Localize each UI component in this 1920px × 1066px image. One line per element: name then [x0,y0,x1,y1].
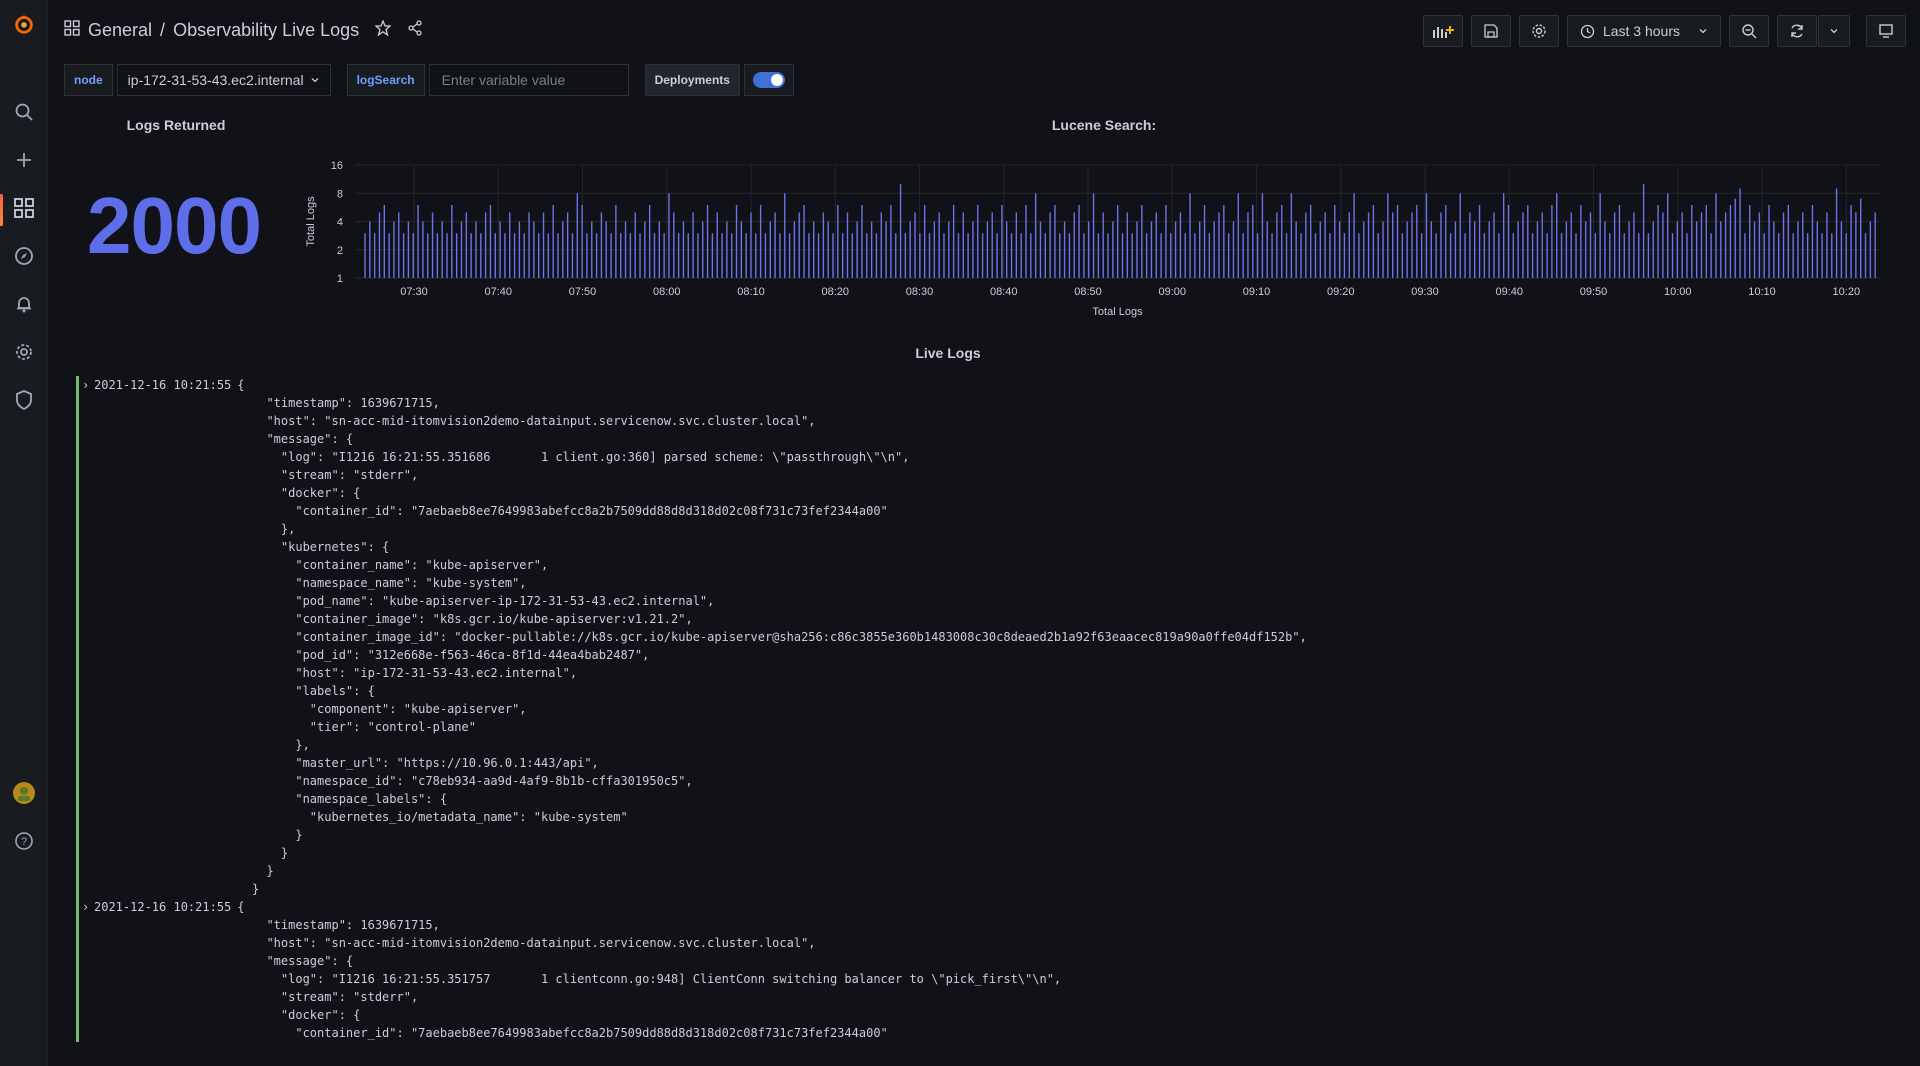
log-entry-header[interactable]: › 2021-12-16 10:21:55 { [82,898,1876,916]
x-tick-label: 10:00 [1664,286,1692,298]
x-tick-label: 09:20 [1327,286,1355,298]
time-range-label: Last 3 hours [1602,23,1680,39]
live-logs-title: Live Logs [915,345,981,361]
x-tick-label: 09:50 [1580,286,1608,298]
x-tick-label: 07:40 [484,286,512,298]
y-tick-label: 4 [337,217,343,229]
x-tick-label: 08:30 [906,286,934,298]
log-body-open-brace: { [237,378,245,392]
share-icon[interactable] [407,20,423,41]
star-icon[interactable] [374,19,392,41]
user-avatar[interactable] [12,781,36,805]
chevron-down-icon [1699,29,1707,34]
x-tick-label: 10:10 [1748,286,1776,298]
add-panel-button[interactable] [1422,15,1463,47]
save-dashboard-button[interactable] [1470,15,1511,47]
breadcrumb-separator: / [160,20,166,40]
log-entry[interactable]: › 2021-12-16 10:21:55 { "timestamp": 16396… [76,898,1876,1042]
refresh-icon [1791,24,1803,38]
deployments-toggle[interactable] [752,72,785,88]
sidebar: ? [0,0,48,1066]
logsearch-input[interactable] [428,64,629,96]
x-tick-label: 09:00 [1158,286,1186,298]
y-tick-label: 1 [337,273,343,285]
live-logs-list: › 2021-12-16 10:21:55 { "timestamp": 16396… [76,376,1876,1066]
log-timestamp: 2021-12-16 10:21:55 [94,900,232,914]
log-timestamp: 2021-12-16 10:21:55 [94,378,232,392]
log-body: "timestamp": 1639671715, "host": "sn-acc… [266,918,1062,1040]
x-tick-label: 08:10 [737,286,765,298]
chevron-down-icon [311,78,319,83]
x-tick-label: 07:30 [400,286,428,298]
dashboards-icon[interactable] [12,196,36,220]
log-entry-header[interactable]: › 2021-12-16 10:21:55 { [82,376,1876,394]
toolbar: Last 3 hours [1422,15,1906,47]
log-level-bar [76,898,79,1042]
log-body-open-brace: { [237,900,245,914]
chevron-down-icon [1830,29,1838,34]
x-tick-label: 08:00 [653,286,681,298]
help-icon[interactable]: ? [12,829,36,853]
deployments-variable-label: Deployments [644,64,740,96]
dashboard-settings-button[interactable] [1518,15,1559,47]
shield-icon[interactable] [12,388,36,412]
zoom-out-button[interactable] [1729,15,1769,47]
x-tick-label: 08:40 [990,286,1018,298]
logs-returned-title: Logs Returned [126,117,226,133]
active-nav-indicator [0,194,3,226]
deployments-toggle-wrap [743,64,794,96]
top-navbar: General / Observability Live Logs Last 3… [48,0,1920,64]
breadcrumb-folder-link[interactable]: General [88,20,152,41]
time-range-picker[interactable]: Last 3 hours [1566,15,1721,47]
refresh-interval-dropdown[interactable] [1818,15,1850,47]
save-icon [1484,24,1498,38]
node-variable-select[interactable]: ip-172-31-53-43.ec2.internal [116,64,331,96]
lucene-search-title: Lucene Search: [1051,117,1157,133]
monitor-icon [1879,24,1893,38]
node-variable-label: node [64,64,113,96]
total-logs-chart: 16 8 4 2 1 07:30 07:40 07:50 08:00 08:10 08:20 08:3… [305,160,1880,318]
y-axis-label: Total Logs [305,196,317,247]
variables-bar: node ip-172-31-53-43.ec2.internal logSea… [64,64,794,96]
x-tick-label: 08:20 [821,286,849,298]
x-tick-label: 09:10 [1243,286,1271,298]
dashboard-title[interactable]: Observability Live Logs [173,20,359,41]
svg-text:?: ? [21,836,27,848]
x-tick-label: 08:50 [1074,286,1102,298]
x-tick-label: 07:50 [569,286,597,298]
logsearch-variable-label: logSearch [346,64,425,96]
x-tick-label: 10:20 [1833,286,1861,298]
node-variable-value: ip-172-31-53-43.ec2.internal [127,72,304,88]
explore-compass-icon[interactable] [12,244,36,268]
gear-icon [1532,24,1546,38]
logs-returned-value: 2000 [87,181,262,270]
clock-icon [1580,24,1595,38]
zoom-out-icon [1742,24,1757,39]
y-tick-label: 8 [337,188,343,200]
grafana-logo-icon[interactable] [12,12,36,36]
kiosk-mode-button[interactable] [1866,15,1906,47]
log-entry[interactable]: › 2021-12-16 10:21:55 { "timestamp": 16396… [76,376,1876,898]
expand-chevron-icon[interactable]: › [82,898,89,916]
log-body: "timestamp": 1639671715, "host": "sn-acc… [252,396,1307,896]
plus-icon[interactable] [12,148,36,172]
expand-chevron-icon[interactable]: › [82,376,89,394]
log-level-bar [76,376,79,898]
x-axis-label: Total Logs [1092,306,1143,318]
x-tick-label: 09:40 [1496,286,1524,298]
dashboard-grid-icon [64,20,80,41]
refresh-button[interactable] [1777,15,1817,47]
y-tick-label: 16 [331,160,343,172]
settings-gear-icon[interactable] [12,340,36,364]
y-tick-label: 2 [337,245,343,257]
add-panel-icon [1432,26,1454,38]
alerting-bell-icon[interactable] [12,292,36,316]
search-icon[interactable] [12,100,36,124]
breadcrumb: General / Observability Live Logs [64,19,423,41]
x-tick-label: 09:30 [1411,286,1439,298]
